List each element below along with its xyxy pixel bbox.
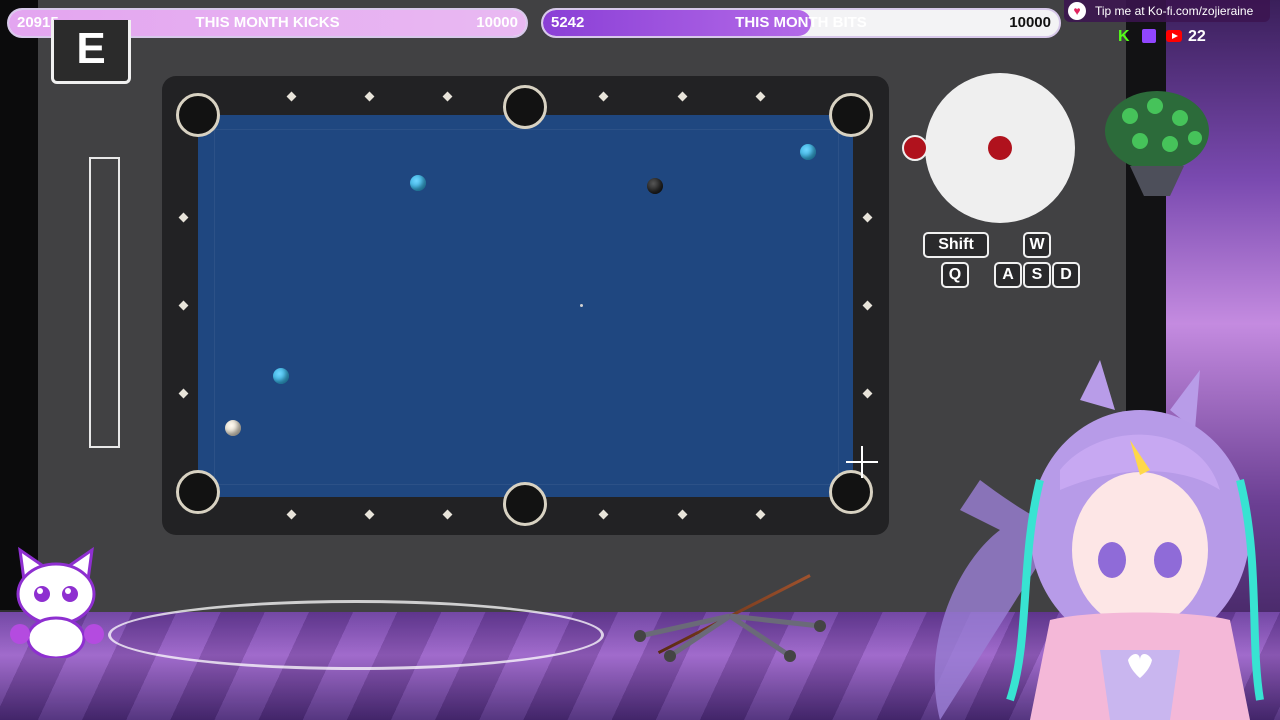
vtuber-avatar bbox=[934, 360, 1264, 720]
left-letterbox bbox=[0, 0, 38, 610]
pocket-top-left bbox=[176, 93, 220, 137]
floor-light-ring bbox=[108, 600, 604, 670]
bits-goal-label: THIS MONTH BITS bbox=[735, 14, 867, 31]
cloth-cushion-line bbox=[214, 129, 839, 485]
cue-elevation-marker[interactable] bbox=[902, 135, 928, 161]
office-chair-base bbox=[634, 613, 826, 662]
blue-ball[interactable] bbox=[273, 368, 289, 384]
blue-ball[interactable] bbox=[410, 175, 426, 191]
twitch-icon bbox=[1142, 29, 1156, 43]
kicks-goal-target: 10000 bbox=[476, 14, 518, 31]
pocket-bottom-middle bbox=[503, 482, 547, 526]
pocket-top-middle bbox=[503, 85, 547, 129]
spin-point-marker[interactable] bbox=[988, 136, 1012, 160]
table-center-spot bbox=[580, 304, 583, 307]
cue-ball[interactable] bbox=[225, 420, 241, 436]
shot-power-meter[interactable] bbox=[89, 157, 120, 448]
viewer-number: 22 bbox=[1188, 28, 1206, 45]
bits-goal-target: 10000 bbox=[1009, 14, 1051, 31]
key-shift: Shift bbox=[923, 232, 989, 258]
pocket-bottom-left bbox=[176, 470, 220, 514]
key-s: S bbox=[1023, 262, 1051, 288]
heart-icon: ♥ bbox=[1068, 2, 1086, 20]
pocket-top-right bbox=[829, 93, 873, 137]
plant-vase-decoration bbox=[1105, 91, 1209, 196]
key-w: W bbox=[1023, 232, 1051, 258]
kofi-banner[interactable]: ♥ Tip me at Ko-fi.com/zojieraine bbox=[1064, 0, 1270, 22]
interact-key-e: E bbox=[51, 20, 131, 84]
kick-icon: K bbox=[1118, 28, 1130, 45]
crosshair-cursor-icon bbox=[846, 446, 878, 478]
cat-mascot-avatar bbox=[10, 546, 104, 658]
kofi-text: Tip me at Ko-fi.com/zojieraine bbox=[1095, 4, 1254, 18]
youtube-icon bbox=[1166, 30, 1182, 42]
eight-ball[interactable] bbox=[647, 178, 663, 194]
key-a: A bbox=[994, 262, 1022, 288]
key-q: Q bbox=[941, 262, 969, 288]
blue-ball[interactable] bbox=[800, 144, 816, 160]
bits-goal-bar: 5242 THIS MONTH BITS 10000 bbox=[541, 8, 1061, 38]
key-d: D bbox=[1052, 262, 1080, 288]
